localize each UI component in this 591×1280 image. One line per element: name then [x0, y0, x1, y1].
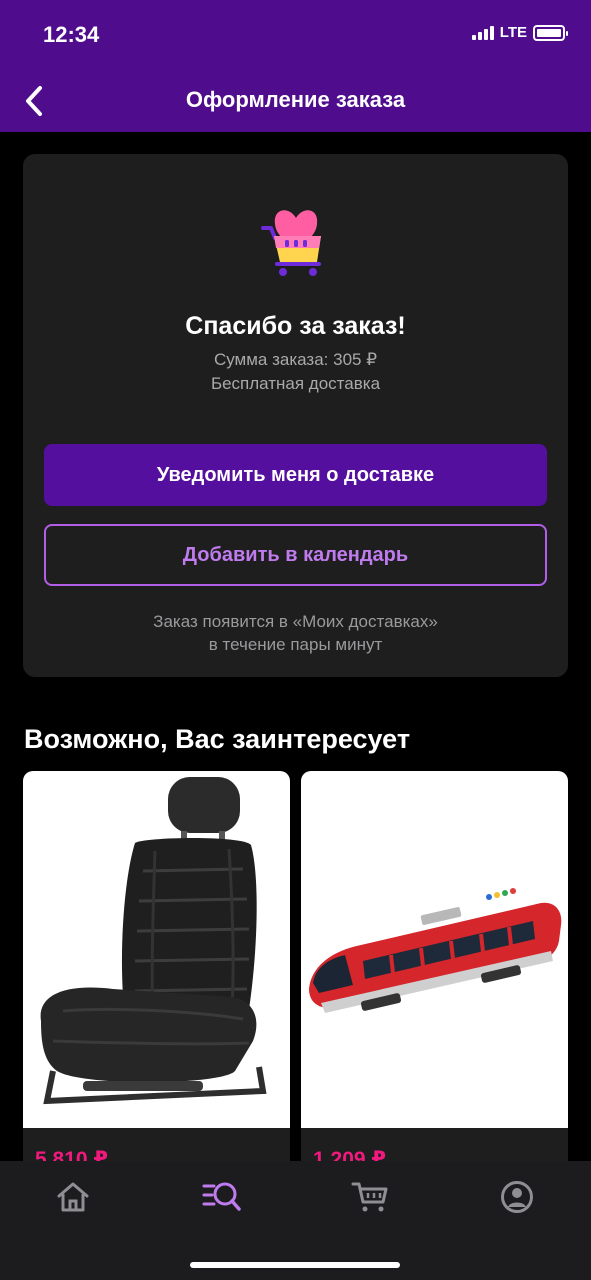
add-to-calendar-button[interactable]: Добавить в календарь: [44, 524, 547, 586]
thanks-title: Спасибо за заказ!: [185, 312, 406, 340]
status-indicators: LTE: [471, 24, 568, 41]
product-card[interactable]: 5 810 ₽: [23, 771, 290, 1191]
delivery-hint-line1: Заказ появится в «Моих доставках»: [153, 612, 438, 631]
home-icon: [57, 1182, 89, 1212]
product-image-car-seat[interactable]: [23, 771, 290, 1128]
cart-icon: [351, 1182, 388, 1212]
search-catalog-icon: [202, 1182, 241, 1211]
tab-catalog-search[interactable]: [202, 1179, 242, 1215]
profile-icon: [501, 1181, 533, 1213]
shopping-cart-heart-icon: [261, 210, 321, 276]
order-confirmation-card: Спасибо за заказ! Сумма заказа: 305 ₽ Бе…: [23, 154, 568, 677]
product-image-toy-train[interactable]: [301, 771, 568, 1128]
tab-cart[interactable]: [350, 1179, 390, 1215]
delivery-info: Бесплатная доставка: [210, 374, 381, 393]
product-card[interactable]: 1 209 ₽: [301, 771, 568, 1191]
delivery-hint: Заказ появится в «Моих доставках» в тече…: [23, 610, 568, 656]
car-seat-image: [40, 777, 267, 1105]
toy-train-image: [309, 888, 562, 1013]
tab-home[interactable]: [53, 1179, 93, 1215]
delivery-hint-line2: в течение пары минут: [208, 635, 383, 654]
page-title: Оформление заказа: [185, 87, 406, 112]
network-label: LTE: [499, 24, 527, 41]
status-time: 12:34: [43, 22, 100, 47]
status-bar: 12:34 LTE: [0, 0, 591, 70]
nav-bar: Оформление заказа: [0, 70, 591, 132]
tab-profile[interactable]: [497, 1179, 537, 1215]
battery-icon: [533, 24, 568, 41]
notify-delivery-button[interactable]: Уведомить меня о доставке: [44, 444, 547, 506]
home-indicator: [190, 1262, 400, 1268]
order-sum: Сумма заказа: 305 ₽: [213, 350, 378, 369]
signal-icon: [471, 25, 494, 40]
recommendations-title: Возможно, Вас заинтересует: [24, 724, 411, 754]
